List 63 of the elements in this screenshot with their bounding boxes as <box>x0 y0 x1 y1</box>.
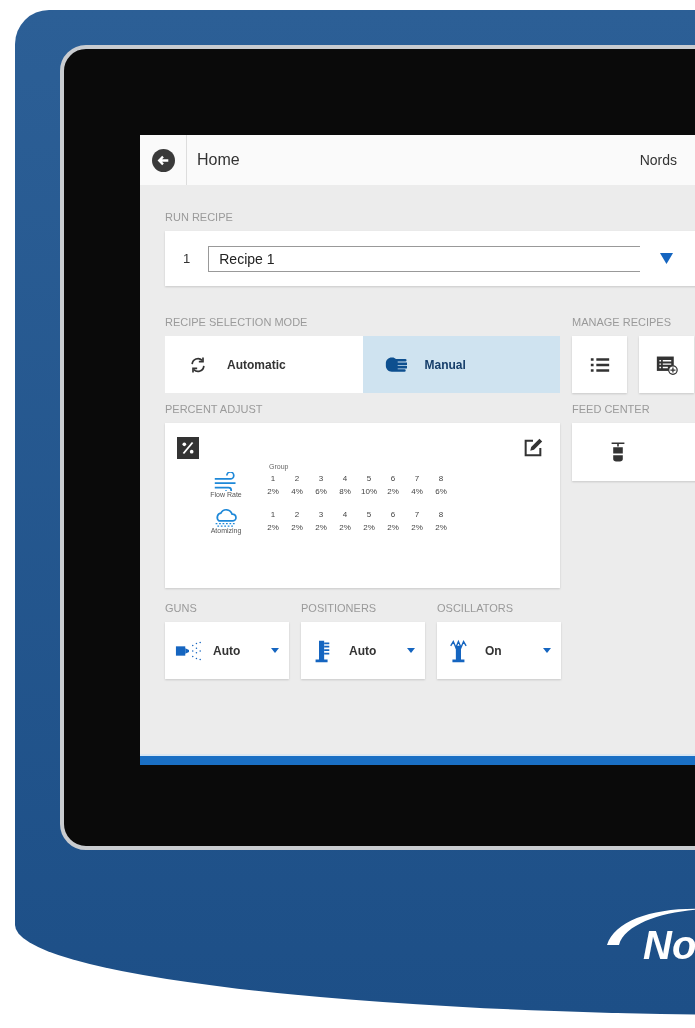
mode-button[interactable]: Manual <box>362 336 560 393</box>
percent-value: 2% <box>362 523 376 532</box>
caret-icon <box>543 648 551 653</box>
mode-dropdown[interactable]: On <box>437 622 561 679</box>
group-number: 7 <box>413 510 421 519</box>
percent-icon <box>177 437 199 459</box>
caret-icon <box>271 648 279 653</box>
percent-value: 4% <box>410 487 424 496</box>
edit-icon[interactable] <box>522 437 544 459</box>
section-title: GUNS <box>165 602 198 614</box>
caret-icon <box>407 648 415 653</box>
percent-value: 2% <box>338 523 352 532</box>
group-number: 4 <box>341 510 349 519</box>
caret-icon[interactable] <box>660 253 674 264</box>
wind-icon <box>213 472 239 491</box>
cloud-icon <box>213 508 239 527</box>
section-title: OSCILLATORS <box>437 602 514 614</box>
add-recipe-button[interactable] <box>639 336 694 393</box>
percent-value: 2% <box>434 523 448 532</box>
section-title: MANAGE RECIPES <box>572 316 673 328</box>
group-number: 6 <box>389 474 397 483</box>
percent-value: 2% <box>266 523 280 532</box>
section-title: POSITIONERS <box>301 602 378 614</box>
section-title: FEED CENTER <box>572 403 651 415</box>
group-number: 3 <box>317 510 325 519</box>
mode-dropdown[interactable]: Auto <box>165 622 289 679</box>
percent-value: 6% <box>314 487 328 496</box>
percent-value: 10% <box>360 487 378 496</box>
percent-value: 4% <box>290 487 304 496</box>
mode-dropdown[interactable]: Auto <box>301 622 425 679</box>
hopper-icon <box>610 441 626 463</box>
group-number: 5 <box>365 510 373 519</box>
recipe-number: 1 <box>183 251 191 266</box>
hand-icon <box>384 354 407 375</box>
group-number: 1 <box>269 474 277 483</box>
page-title: Home <box>197 151 240 169</box>
group-number: 8 <box>437 510 445 519</box>
percent-value: 2% <box>386 523 400 532</box>
back-icon[interactable] <box>152 148 175 172</box>
group-number: 1 <box>269 510 277 519</box>
feed-center-button[interactable] <box>572 423 695 481</box>
mode-button[interactable]: Automatic <box>165 336 363 393</box>
percent-value: 2% <box>410 523 424 532</box>
percent-value: 2% <box>314 523 328 532</box>
group-number: 8 <box>437 474 445 483</box>
percent-value: 2% <box>386 487 400 496</box>
group-number: 6 <box>389 510 397 519</box>
section-title: RECIPE SELECTION MODE <box>165 316 309 328</box>
group-number: 2 <box>293 510 301 519</box>
brand-name: Nords <box>639 152 678 168</box>
percent-value: 2% <box>266 487 280 496</box>
section-title: RUN RECIPE <box>165 211 234 223</box>
group-number: 2 <box>293 474 301 483</box>
percent-value: 6% <box>434 487 448 496</box>
group-number: 4 <box>341 474 349 483</box>
group-number: 3 <box>317 474 325 483</box>
percent-value: 2% <box>290 523 304 532</box>
group-number: 7 <box>413 474 421 483</box>
percent-value: 8% <box>338 487 352 496</box>
group-number: 5 <box>365 474 373 483</box>
recipe-list-button[interactable] <box>572 336 627 393</box>
recipe-dropdown[interactable]: Recipe 1 <box>208 245 641 272</box>
section-title: PERCENT ADJUST <box>165 403 264 415</box>
